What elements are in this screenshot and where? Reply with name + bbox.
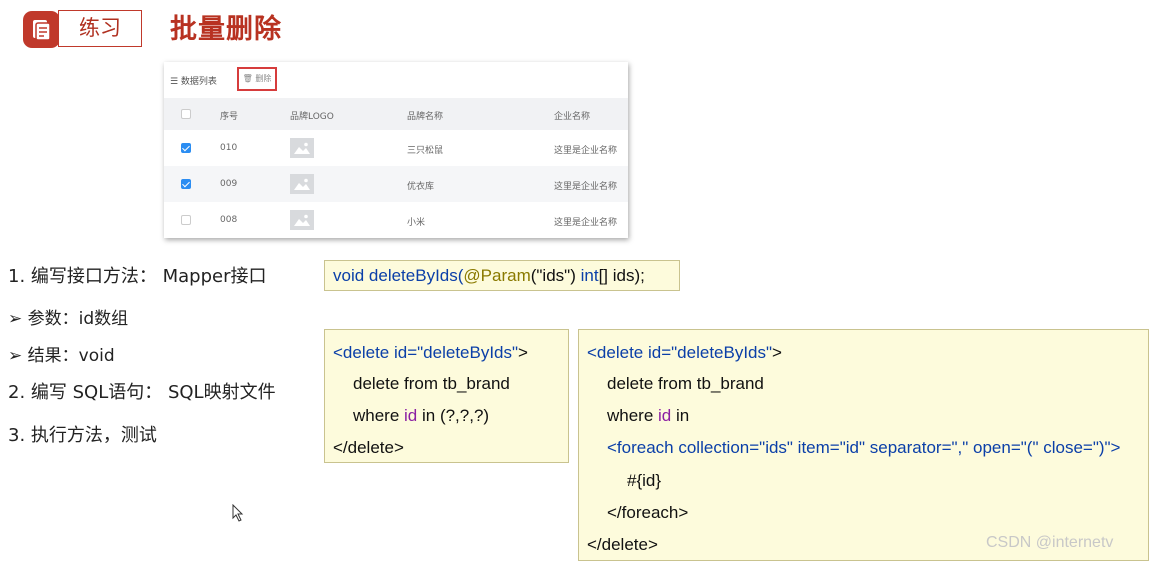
table-row[interactable]: 008 小米 这里是企业名称 bbox=[164, 202, 628, 238]
code-line: void deleteByIds(@Param("ids") int[] ids… bbox=[333, 266, 645, 285]
column-header-company: 企业名称 bbox=[554, 112, 591, 122]
step-1: 1. 编写接口方法： Mapper接口 bbox=[8, 266, 267, 287]
column-header-brand: 品牌名称 bbox=[407, 112, 444, 122]
data-list-label: ☰ 数据列表 bbox=[170, 77, 217, 87]
step-result: ➢ 结果：void bbox=[8, 346, 115, 366]
row-brand: 三只松鼠 bbox=[407, 146, 444, 156]
code-line: <foreach collection="ids" item="id" sepa… bbox=[607, 438, 1121, 457]
row-checkbox[interactable] bbox=[181, 179, 191, 189]
exercise-badge: 练习 bbox=[58, 10, 142, 47]
step-3: 3. 执行方法，测试 bbox=[8, 425, 157, 446]
row-index: 010 bbox=[220, 143, 238, 153]
code-line: delete from tb_brand bbox=[353, 374, 510, 393]
code-line: where id in (?,?,?) bbox=[353, 406, 490, 425]
row-checkbox[interactable] bbox=[181, 143, 191, 153]
table-toolbar: ☰ 数据列表 🗑 删除 bbox=[164, 62, 628, 98]
code-line: <delete id="deleteByIds"> bbox=[587, 343, 782, 362]
row-company: 这里是企业名称 bbox=[554, 218, 618, 228]
table-row[interactable]: 009 优衣库 这里是企业名称 bbox=[164, 166, 628, 202]
code-sql-foreach: <delete id="deleteByIds"> delete from tb… bbox=[578, 329, 1149, 561]
code-line: </delete> bbox=[587, 535, 658, 554]
mouse-cursor-icon bbox=[232, 503, 244, 526]
watermark: CSDN @internetv bbox=[986, 534, 1114, 551]
column-header-index: 序号 bbox=[220, 112, 239, 122]
column-header-logo: 品牌LOGO bbox=[290, 112, 334, 122]
image-placeholder-icon bbox=[290, 174, 314, 194]
page-title: 批量删除 bbox=[170, 14, 282, 45]
row-company: 这里是企业名称 bbox=[554, 182, 618, 192]
image-placeholder-icon bbox=[290, 210, 314, 230]
row-brand: 优衣库 bbox=[407, 182, 435, 192]
row-company: 这里是企业名称 bbox=[554, 146, 618, 156]
code-sql-simple: <delete id="deleteByIds"> delete from tb… bbox=[324, 329, 569, 463]
table-row[interactable]: 010 三只松鼠 这里是企业名称 bbox=[164, 130, 628, 166]
row-index: 009 bbox=[220, 179, 238, 189]
row-checkbox[interactable] bbox=[181, 215, 191, 225]
code-line: delete from tb_brand bbox=[607, 374, 764, 393]
step-params: ➢ 参数：id数组 bbox=[8, 309, 129, 329]
code-line: #{id} bbox=[627, 471, 662, 490]
code-line: <delete id="deleteByIds"> bbox=[333, 343, 528, 362]
table-header: 序号 品牌LOGO 品牌名称 企业名称 bbox=[164, 98, 628, 130]
delete-button[interactable]: 🗑 删除 bbox=[237, 67, 277, 91]
row-brand: 小米 bbox=[407, 218, 426, 228]
code-line: </foreach> bbox=[607, 503, 689, 522]
select-all-checkbox[interactable] bbox=[181, 109, 191, 119]
code-line: </delete> bbox=[333, 438, 404, 457]
exercise-icon bbox=[23, 11, 60, 48]
step-2: 2. 编写 SQL语句： SQL映射文件 bbox=[8, 382, 276, 403]
code-line: where id in bbox=[607, 406, 690, 425]
code-interface-method: void deleteByIds(@Param("ids") int[] ids… bbox=[324, 260, 680, 291]
row-index: 008 bbox=[220, 215, 238, 225]
image-placeholder-icon bbox=[290, 138, 314, 158]
brand-table-panel: ☰ 数据列表 🗑 删除 序号 品牌LOGO 品牌名称 企业名称 010 三只松鼠… bbox=[164, 62, 628, 238]
